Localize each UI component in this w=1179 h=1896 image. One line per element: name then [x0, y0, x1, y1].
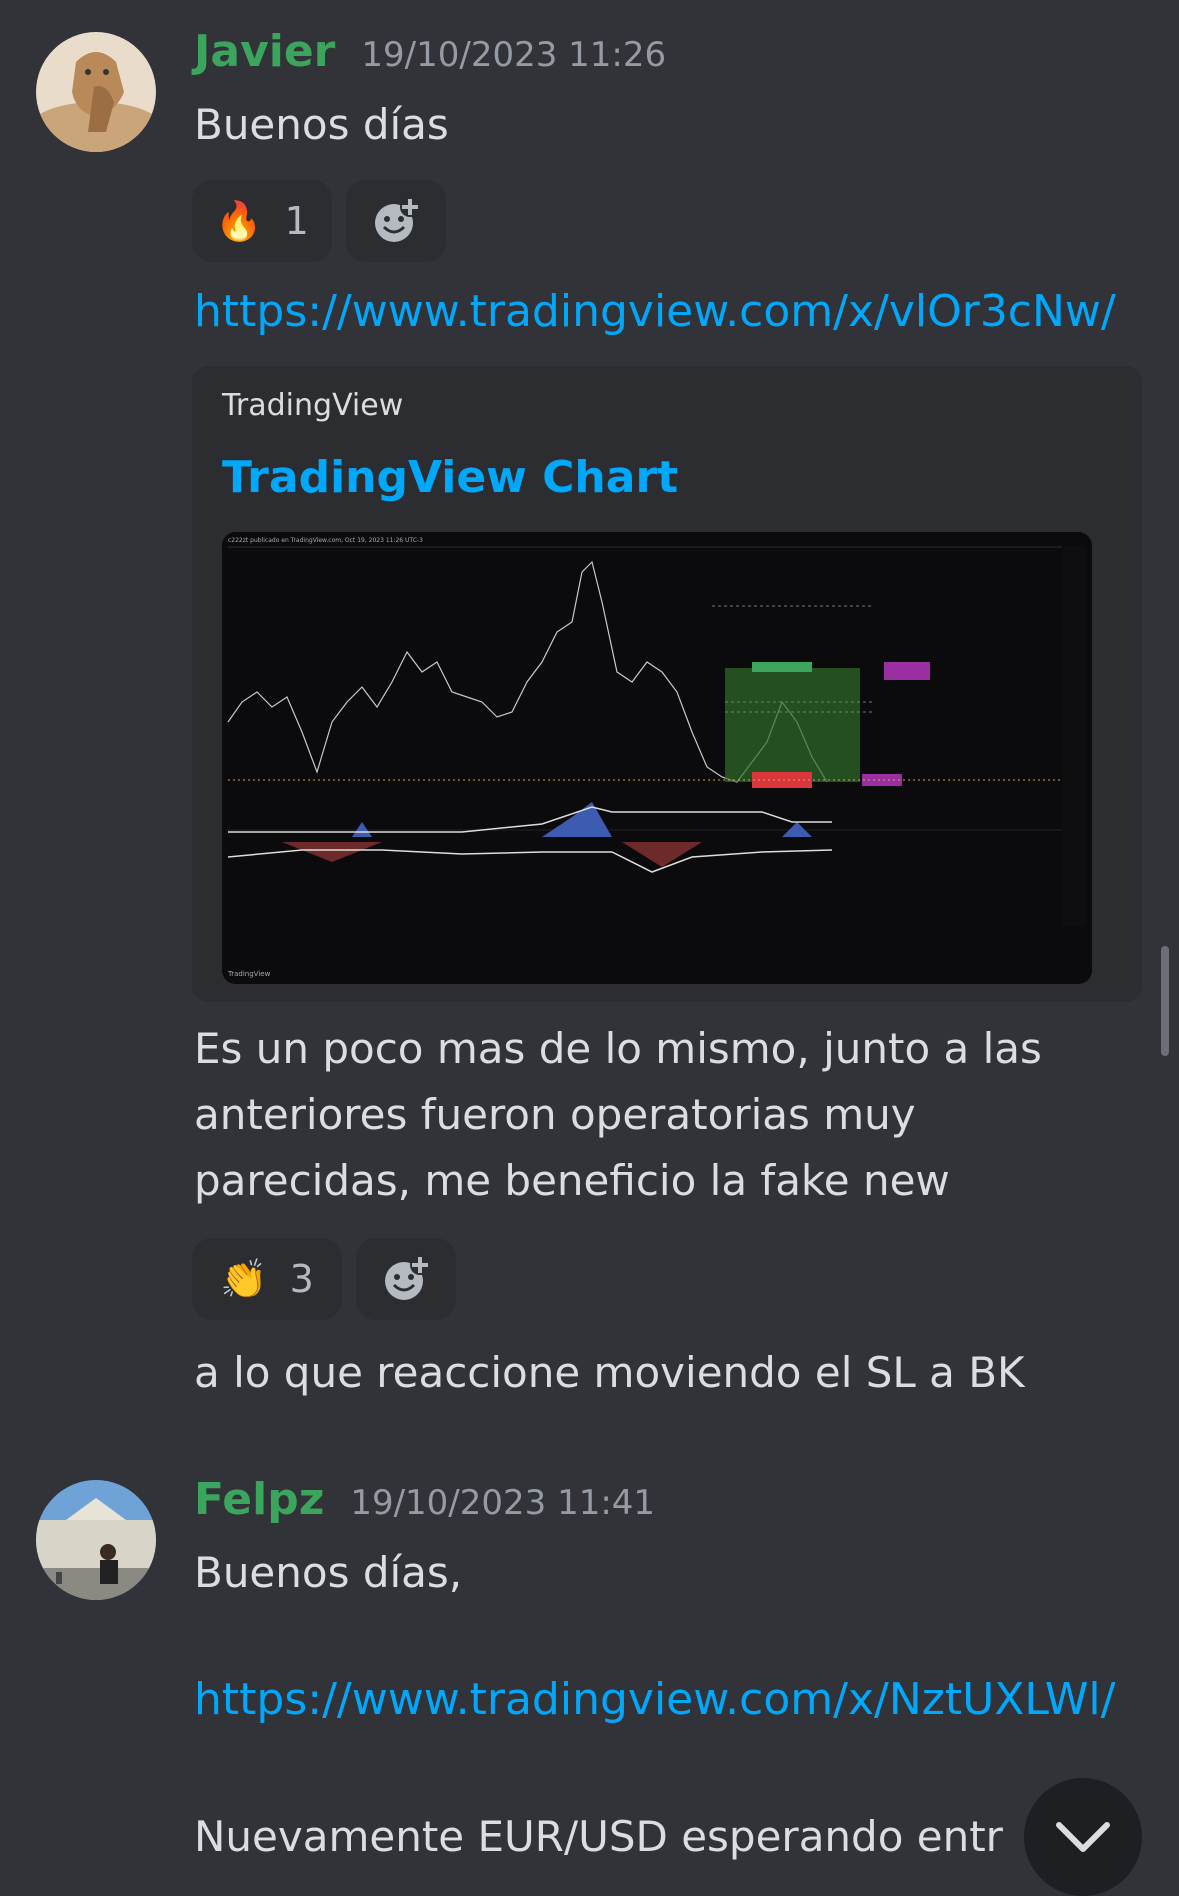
tradingview-link[interactable]: https://www.tradingview.com/x/NztUXLWl/	[194, 1674, 1115, 1725]
add-reaction-icon	[385, 1255, 430, 1300]
fire-emoji-icon: 🔥	[215, 198, 263, 243]
message-text: Nuevamente EUR/USD esperando entr	[194, 1812, 1003, 1861]
reaction-count: 1	[284, 199, 309, 243]
avatar-felpz[interactable]	[36, 1480, 156, 1600]
author-name[interactable]: Felpz	[194, 1474, 324, 1525]
link-embed: TradingView TradingView Chart c222zt pub…	[192, 366, 1142, 1002]
timestamp: 19/10/2023 11:41	[350, 1483, 656, 1523]
embed-chart-image[interactable]: c222zt publicado en TradingView.com, Oct…	[222, 532, 1092, 984]
clap-emoji-icon: 👏	[220, 1256, 268, 1301]
message-text: Buenos días	[194, 100, 449, 149]
message-header: Felpz 19/10/2023 11:41	[194, 1474, 655, 1525]
message-line: anteriores fueron operatorias muy	[194, 1090, 916, 1139]
message-line: parecidas, me beneficio la fake new	[194, 1156, 950, 1205]
embed-provider[interactable]: TradingView	[222, 388, 403, 423]
add-reaction-button[interactable]	[356, 1238, 456, 1320]
reaction-count: 3	[289, 1257, 314, 1301]
chart-header: c222zt publicado en TradingView.com, Oct…	[228, 537, 423, 544]
scrollbar-thumb[interactable]	[1161, 946, 1169, 1056]
add-reaction-icon	[375, 197, 420, 242]
add-reaction-button[interactable]	[346, 180, 446, 262]
reaction-fire[interactable]: 🔥 1	[192, 180, 332, 262]
message-header: Javier 19/10/2023 11:26	[194, 26, 666, 77]
author-name[interactable]: Javier	[194, 26, 335, 77]
chevron-down-icon	[1056, 1822, 1110, 1852]
avatar-javier[interactable]	[36, 32, 156, 152]
jump-to-bottom-button[interactable]	[1024, 1778, 1142, 1896]
timestamp: 19/10/2023 11:26	[361, 35, 667, 75]
message-text: Buenos días,	[194, 1548, 463, 1597]
embed-title[interactable]: TradingView Chart	[222, 452, 678, 503]
message-line: Es un poco mas de lo mismo, junto a las	[194, 1024, 1042, 1073]
message-text-multiline: Es un poco mas de lo mismo, junto a las …	[194, 1016, 1042, 1214]
reaction-clap[interactable]: 👏 3	[192, 1238, 342, 1320]
message-text: a lo que reaccione moviendo el SL a BK	[194, 1348, 1025, 1397]
chart-footer: TradingView	[227, 970, 271, 978]
tradingview-link[interactable]: https://www.tradingview.com/x/vlOr3cNw/	[194, 286, 1116, 337]
